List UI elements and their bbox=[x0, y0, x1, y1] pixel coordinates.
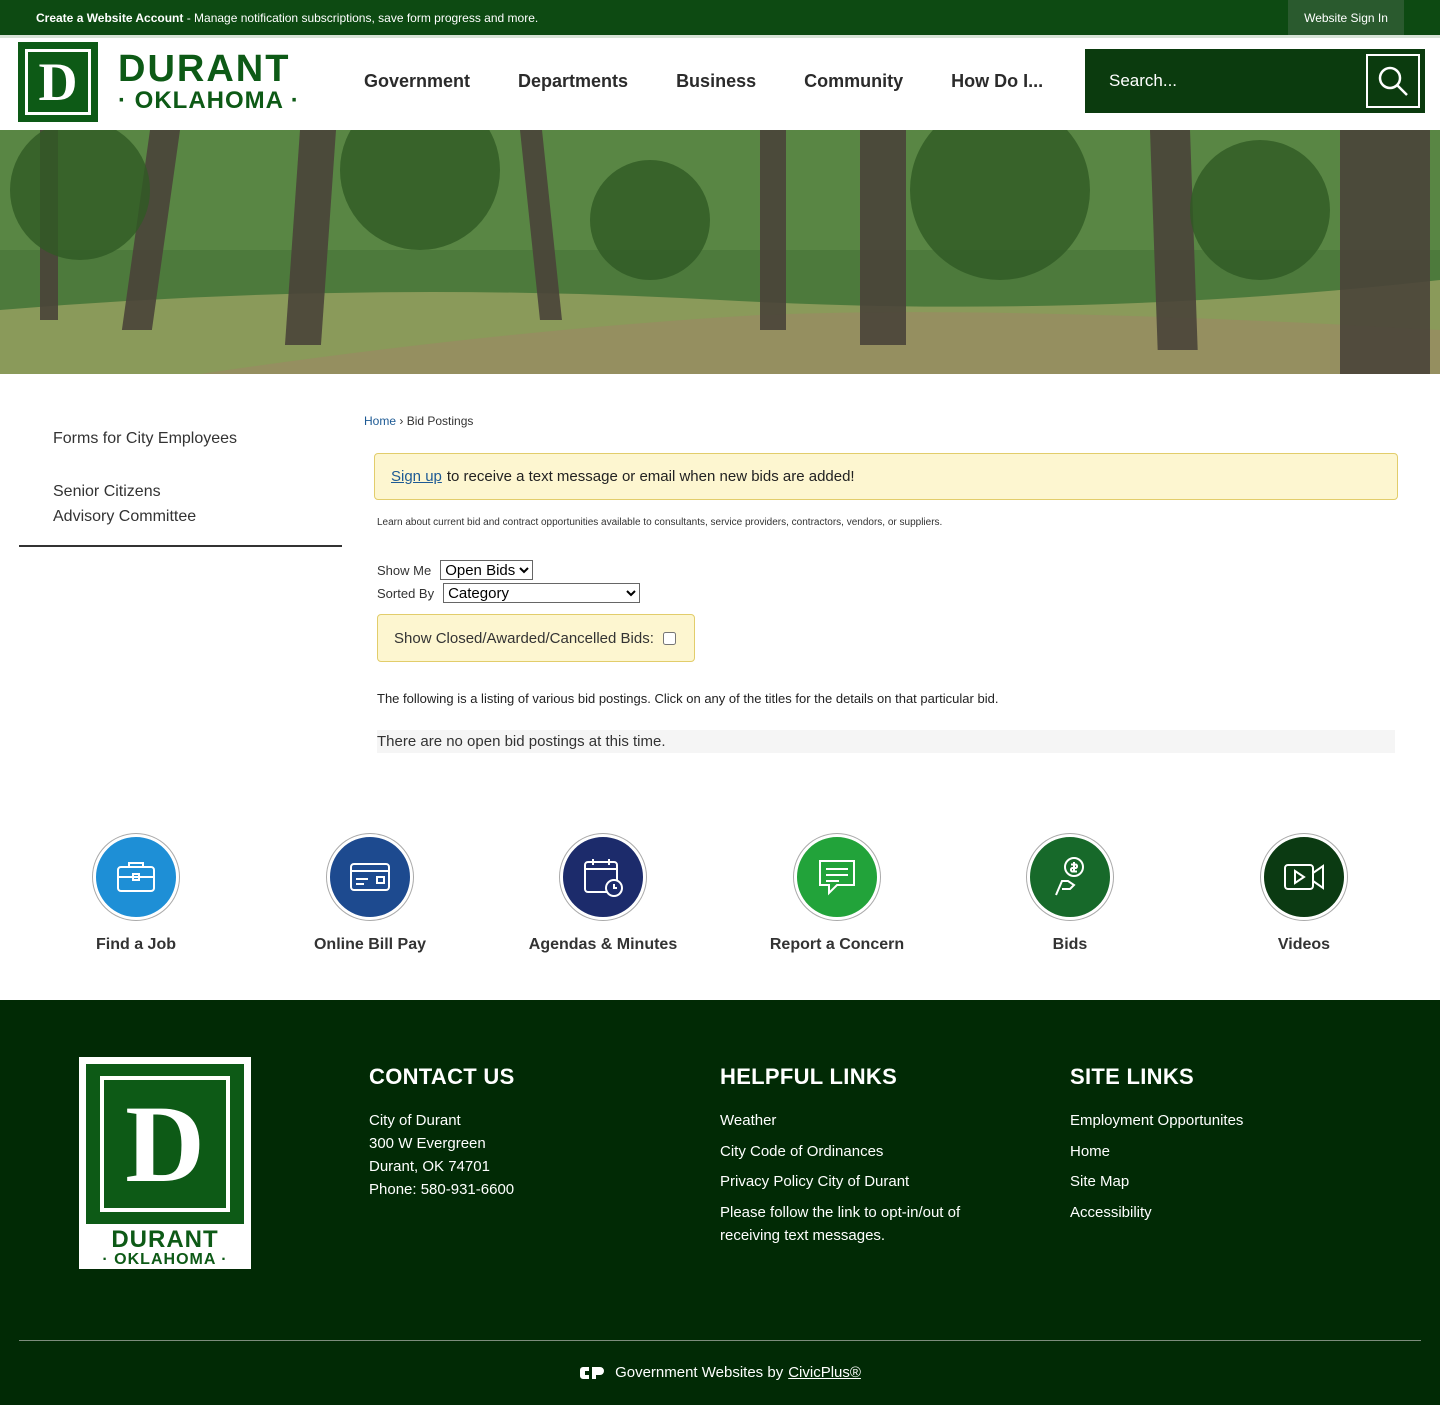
bill-pay-label: Online Bill Pay bbox=[313, 936, 427, 953]
banner-illustration bbox=[0, 130, 1440, 374]
footer-logo-line-1: DURANT bbox=[111, 1226, 219, 1253]
bids-label: Bids bbox=[1052, 936, 1088, 953]
nav-how-do-i[interactable]: How Do I... bbox=[927, 71, 1067, 92]
sign-up-link[interactable]: Sign up bbox=[391, 468, 442, 485]
videos-label: Videos bbox=[1277, 936, 1331, 953]
breadcrumb: Home › Bid Postings bbox=[364, 414, 473, 428]
footer-divider bbox=[19, 1340, 1421, 1341]
find-job-circle bbox=[93, 834, 179, 920]
top-account-bar: Create a Website Account - Manage notifi… bbox=[0, 0, 1440, 35]
contact-heading: CONTACT US bbox=[369, 1064, 515, 1089]
sidebar-item-forms-city-employees[interactable]: Forms for City Employees bbox=[19, 412, 342, 465]
site-links-heading: SITE LINKS bbox=[1070, 1064, 1195, 1089]
sorted-by-row: Sorted By Category bbox=[377, 583, 641, 603]
civicplus-credit: Government Websites by CivicPlus® bbox=[0, 1364, 1440, 1381]
quick-link-videos[interactable]: Videos bbox=[1187, 834, 1421, 954]
footer-logo-line-2: · OKLAHOMA · bbox=[102, 1251, 228, 1268]
sidebar-nav: Forms for City Employees Senior Citizens… bbox=[19, 412, 342, 547]
site-link-employment[interactable]: Employment Opportunites bbox=[1070, 1109, 1243, 1132]
find-job-label: Find a Job bbox=[96, 936, 176, 953]
credit-text: Government Websites by bbox=[615, 1364, 784, 1381]
main-nav: Government Departments Business Communit… bbox=[340, 38, 1067, 124]
sorted-by-label: Sorted By bbox=[377, 585, 435, 601]
calendar-icon bbox=[584, 859, 623, 897]
create-account-description: - Manage notification subscriptions, sav… bbox=[183, 11, 539, 25]
search-icon bbox=[1378, 66, 1408, 96]
sidebar-item-senior-citizens-committee[interactable]: Senior Citizens Advisory Committee bbox=[19, 465, 259, 545]
logo-line-1: DURANT bbox=[118, 48, 291, 90]
report-concern-label: Report a Concern bbox=[769, 936, 905, 953]
account-message: Create a Website Account - Manage notifi… bbox=[36, 11, 538, 25]
durant-logo-text[interactable]: DURANT · OKLAHOMA · bbox=[118, 50, 300, 114]
quick-link-agendas-minutes[interactable]: Agendas & Minutes bbox=[486, 834, 720, 954]
hand-dollar-icon bbox=[1055, 857, 1084, 896]
bid-intro-text: Learn about current bid and contract opp… bbox=[377, 517, 943, 528]
quick-link-online-bill-pay[interactable]: Online Bill Pay bbox=[253, 834, 487, 954]
footer-site-links: SITE LINKS Employment Opportunites Home … bbox=[1070, 1064, 1243, 1231]
quick-links: Find a Job Online Bill Pay Agendas & Min… bbox=[0, 834, 1440, 964]
footer-logo[interactable]: D DURANT · OKLAHOMA · bbox=[79, 1057, 251, 1269]
listing-description: The following is a listing of various bi… bbox=[377, 691, 999, 706]
breadcrumb-current: Bid Postings bbox=[406, 414, 474, 428]
logo-letter: D bbox=[25, 49, 91, 115]
nav-business[interactable]: Business bbox=[652, 71, 780, 92]
contact-address-1: 300 W Evergreen bbox=[369, 1135, 486, 1152]
signup-alert-text: to receive a text message or email when … bbox=[446, 468, 855, 485]
helpful-links-heading: HELPFUL LINKS bbox=[720, 1064, 898, 1089]
search-button[interactable] bbox=[1366, 54, 1420, 108]
helpful-link-privacy-policy[interactable]: Privacy Policy City of Durant bbox=[720, 1170, 990, 1193]
footer-contact-us: CONTACT US City of Durant 300 W Evergree… bbox=[369, 1064, 515, 1201]
website-sign-in-button[interactable]: Website Sign In bbox=[1288, 0, 1404, 35]
bids-circle bbox=[1027, 834, 1113, 920]
durant-logo-mark[interactable]: D bbox=[18, 42, 98, 122]
sorted-by-select[interactable]: Category bbox=[443, 583, 641, 603]
contact-address-2: Durant, OK 74701 bbox=[369, 1158, 490, 1175]
contact-name: City of Durant bbox=[369, 1112, 461, 1129]
chat-icon bbox=[819, 860, 855, 896]
contact-phone: Phone: 580-931-6600 bbox=[369, 1181, 515, 1198]
breadcrumb-home[interactable]: Home bbox=[364, 414, 396, 428]
quick-link-bids[interactable]: Bids bbox=[953, 834, 1187, 954]
nav-government[interactable]: Government bbox=[340, 71, 494, 92]
civicplus-link[interactable]: CivicPlus® bbox=[788, 1364, 861, 1381]
quick-link-find-a-job[interactable]: Find a Job bbox=[19, 834, 253, 954]
site-link-site-map[interactable]: Site Map bbox=[1070, 1170, 1243, 1193]
show-me-row: Show Me Open Bids bbox=[377, 560, 534, 580]
show-me-label: Show Me bbox=[377, 562, 432, 578]
bill-icon bbox=[350, 863, 390, 891]
site-link-accessibility[interactable]: Accessibility bbox=[1070, 1201, 1243, 1224]
videos-circle bbox=[1261, 834, 1347, 920]
bill-pay-circle bbox=[327, 834, 413, 920]
signup-alert: Sign up to receive a text message or ema… bbox=[374, 453, 1398, 500]
breadcrumb-separator: › bbox=[396, 414, 407, 428]
site-footer: D DURANT · OKLAHOMA · CONTACT US City of… bbox=[0, 1000, 1440, 1405]
site-search bbox=[1085, 49, 1425, 113]
agendas-circle bbox=[560, 834, 646, 920]
site-link-home[interactable]: Home bbox=[1070, 1140, 1243, 1163]
create-account-link[interactable]: Create a Website Account bbox=[36, 11, 183, 25]
site-header: D DURANT · OKLAHOMA · Government Departm… bbox=[0, 38, 1440, 130]
no-bids-message: There are no open bid postings at this t… bbox=[377, 730, 1395, 753]
nav-departments[interactable]: Departments bbox=[494, 71, 652, 92]
video-icon bbox=[1284, 864, 1324, 890]
quick-link-report-concern[interactable]: Report a Concern bbox=[720, 834, 954, 954]
search-input[interactable] bbox=[1085, 49, 1363, 113]
footer-helpful-links: HELPFUL LINKS Weather City Code of Ordin… bbox=[720, 1064, 990, 1254]
agendas-label: Agendas & Minutes bbox=[528, 936, 678, 953]
show-me-select[interactable]: Open Bids bbox=[440, 560, 534, 580]
show-closed-checkbox[interactable] bbox=[662, 631, 676, 645]
briefcase-icon bbox=[117, 862, 155, 892]
helpful-link-city-code[interactable]: City Code of Ordinances bbox=[720, 1140, 990, 1163]
footer-logo-mark: D bbox=[86, 1064, 244, 1224]
helpful-link-weather[interactable]: Weather bbox=[720, 1109, 990, 1132]
show-closed-label: Show Closed/Awarded/Cancelled Bids: bbox=[394, 629, 654, 647]
report-concern-circle bbox=[794, 834, 880, 920]
civicplus-logo-icon bbox=[580, 1366, 605, 1379]
logo-line-2: · OKLAHOMA · bbox=[118, 87, 300, 114]
helpful-link-text-opt-in[interactable]: Please follow the link to opt-in/out of … bbox=[720, 1201, 990, 1247]
forest-banner-image bbox=[0, 130, 1440, 374]
show-closed-bids-box: Show Closed/Awarded/Cancelled Bids: bbox=[377, 614, 695, 662]
footer-logo-letter: D bbox=[100, 1076, 230, 1212]
nav-community[interactable]: Community bbox=[780, 71, 927, 92]
